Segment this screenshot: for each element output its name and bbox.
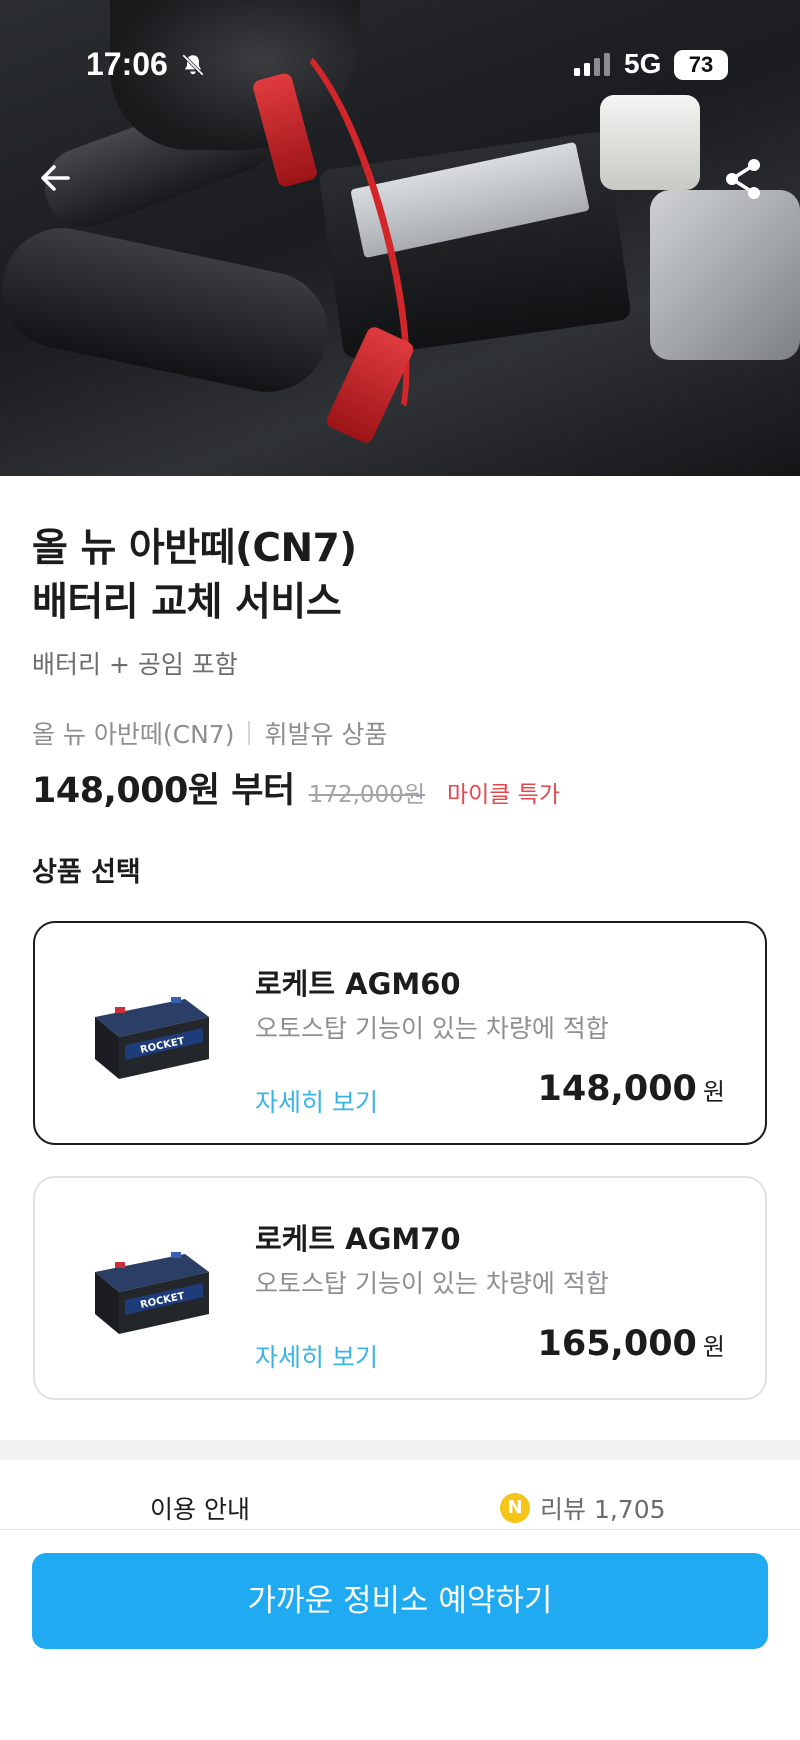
bell-muted-icon (182, 54, 204, 76)
option-description: 오토스탑 기능이 있는 차량에 적합 (255, 1014, 609, 1043)
special-price-label: 마이클 특가 (446, 782, 561, 808)
product-option-agm60[interactable]: ROCKET 로케트 AGM60 오토스탑 기능이 있는 차량에 적합 자세히 … (33, 921, 767, 1145)
option-price: 165,000 원 (537, 1324, 725, 1364)
vehicle-name: 올 뉴 아반떼(CN7) (32, 720, 235, 749)
price-row: 148,000원 부터 172,000원 마이클 특가 (32, 762, 560, 813)
meta-divider (248, 721, 251, 745)
option-name: 로케트 AGM70 (255, 1222, 461, 1256)
option-price-value: 165,000 (537, 1324, 697, 1364)
option-name: 로케트 AGM60 (255, 967, 461, 1001)
fuel-type: 휘발유 상품 (264, 720, 388, 749)
product-selection-heading: 상품 선택 (32, 857, 141, 888)
product-subtitle: 배터리 + 공임 포함 (32, 650, 238, 679)
option-detail-link[interactable]: 자세히 보기 (255, 1338, 378, 1374)
status-bar: 17:06 5G 73 (0, 0, 800, 130)
option-price: 148,000 원 (537, 1069, 725, 1109)
battery-product-image: ROCKET (95, 997, 209, 1079)
option-price-value: 148,000 (537, 1069, 697, 1109)
n-badge-icon: N (500, 1493, 530, 1523)
network-type: 5G (624, 48, 662, 79)
product-meta: 올 뉴 아반떼(CN7) 휘발유 상품 (32, 715, 387, 751)
battery-product-image: ROCKET (95, 1252, 209, 1334)
product-title-line2: 배터리 교체 서비스 (32, 580, 342, 625)
product-title-line1: 올 뉴 아반떼(CN7) (32, 526, 357, 571)
signal-icon (574, 53, 610, 76)
info-tabs: 이용 안내 N 리뷰 1,705 (0, 1460, 800, 1530)
tab-usage-info[interactable]: 이용 안내 (150, 1490, 250, 1526)
section-divider (0, 1440, 800, 1460)
option-description: 오토스탑 기능이 있는 차량에 적합 (255, 1269, 609, 1298)
share-icon[interactable] (720, 156, 766, 202)
back-arrow-icon[interactable] (34, 156, 78, 200)
option-price-unit: 원 (702, 1333, 725, 1361)
option-price-unit: 원 (702, 1078, 725, 1106)
product-title: 올 뉴 아반떼(CN7) 배터리 교체 서비스 (32, 522, 357, 630)
option-detail-link[interactable]: 자세히 보기 (255, 1083, 378, 1119)
tab-reviews[interactable]: N 리뷰 1,705 (500, 1490, 666, 1526)
original-price: 172,000원 (308, 782, 425, 808)
price-from: 148,000원 부터 (32, 771, 295, 811)
reserve-button[interactable]: 가까운 정비소 예약하기 (32, 1553, 768, 1649)
battery-indicator: 73 (674, 50, 728, 80)
product-option-agm70[interactable]: ROCKET 로케트 AGM70 오토스탑 기능이 있는 차량에 적합 자세히 … (33, 1176, 767, 1400)
review-count: 리뷰 1,705 (540, 1495, 666, 1524)
status-time: 17:06 (86, 46, 168, 82)
